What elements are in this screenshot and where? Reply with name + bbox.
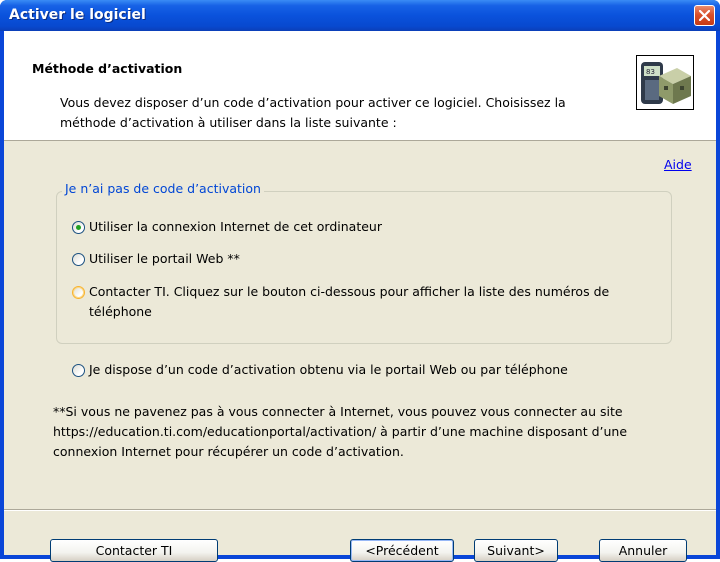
- radio-web-portal[interactable]: [72, 253, 85, 266]
- page-description: Vous devez disposer d’un code d’activati…: [60, 95, 566, 130]
- button-separator: [4, 509, 716, 511]
- calculator-package-icon: 83: [636, 55, 694, 110]
- option-internet[interactable]: Utiliser la connexion Internet de cet or…: [72, 217, 382, 237]
- window-title: Activer le logiciel: [9, 7, 146, 23]
- no-code-group-legend: Je n’ai pas de code d’activation: [62, 181, 264, 196]
- activation-window: Activer le logiciel Méthode d’activation…: [0, 0, 720, 562]
- svg-text:83: 83: [646, 68, 655, 76]
- option-web-portal-label: Utiliser le portail Web **: [89, 251, 240, 266]
- dialog-client-area: Méthode d’activation Vous devez disposer…: [4, 31, 716, 562]
- option-have-code-label: Je dispose d’un code d’activation obtenu…: [89, 362, 568, 377]
- option-contact-ti-label: Contacter TI. Cliquez sur le bouton ci-d…: [89, 284, 610, 319]
- option-web-portal[interactable]: Utiliser le portail Web **: [72, 249, 240, 269]
- header-panel: Méthode d’activation Vous devez disposer…: [4, 31, 716, 141]
- radio-contact-ti[interactable]: [72, 286, 85, 299]
- footnote-text: **Si vous ne pavenez pas à vous connecte…: [53, 404, 628, 459]
- radio-internet[interactable]: [72, 221, 85, 234]
- option-have-code[interactable]: Je dispose d’un code d’activation obtenu…: [72, 360, 568, 380]
- option-internet-label: Utiliser la connexion Internet de cet or…: [89, 219, 382, 234]
- option-contact-ti[interactable]: Contacter TI. Cliquez sur le bouton ci-d…: [72, 282, 662, 322]
- help-link[interactable]: Aide: [664, 157, 692, 172]
- title-bar[interactable]: Activer le logiciel: [0, 0, 720, 31]
- close-icon: [699, 10, 710, 21]
- close-button[interactable]: [694, 5, 715, 26]
- radio-have-code[interactable]: [72, 364, 85, 377]
- page-title: Méthode d’activation: [32, 61, 183, 76]
